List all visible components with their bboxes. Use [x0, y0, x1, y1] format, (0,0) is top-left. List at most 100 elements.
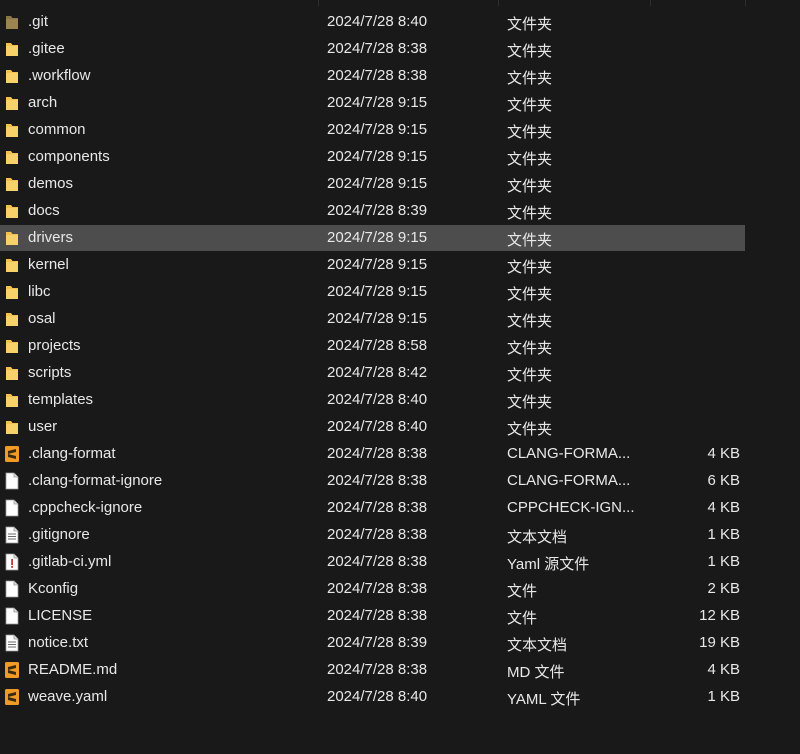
file-type: 文件夹 — [507, 394, 553, 411]
file-date: 2024/7/28 8:39 — [327, 634, 428, 651]
file-type: 文件夹 — [507, 340, 553, 357]
file-size: 1 KB — [707, 526, 740, 543]
list-item[interactable]: osal 2024/7/28 9:15 文件夹 — [0, 306, 745, 332]
file-name: drivers — [28, 229, 74, 246]
file-size: 12 KB — [699, 607, 740, 624]
list-item[interactable]: templates 2024/7/28 8:40 文件夹 — [0, 387, 745, 413]
list-item[interactable]: LICENSE 2024/7/28 8:38 文件 12 KB — [0, 603, 745, 629]
file-name: .clang-format — [28, 445, 116, 462]
file-name: components — [28, 148, 110, 165]
list-item[interactable]: demos 2024/7/28 9:15 文件夹 — [0, 171, 745, 197]
list-item[interactable]: .clang-format-ignore 2024/7/28 8:38 CLANG-… — [0, 468, 745, 494]
folder-icon — [4, 337, 20, 355]
file-name: .gitlab-ci.yml — [28, 553, 112, 570]
file-date: 2024/7/28 9:15 — [327, 310, 428, 327]
file-type: 文件夹 — [507, 259, 553, 276]
folder-icon — [4, 40, 20, 58]
file-date: 2024/7/28 8:38 — [327, 553, 428, 570]
file-type: 文件 — [507, 610, 538, 627]
file-name: osal — [28, 310, 56, 327]
file-type: 文件夹 — [507, 367, 553, 384]
blank-file-icon — [4, 607, 20, 625]
folder-icon — [4, 391, 20, 409]
file-size: 6 KB — [707, 472, 740, 489]
file-name: README.md — [28, 661, 118, 678]
list-item[interactable]: notice.txt 2024/7/28 8:39 文本文档 19 KB — [0, 630, 745, 656]
list-item[interactable]: kernel 2024/7/28 9:15 文件夹 — [0, 252, 745, 278]
file-date: 2024/7/28 8:38 — [327, 40, 428, 57]
file-type: Yaml 源文件 — [507, 556, 590, 573]
list-item[interactable]: .workflow 2024/7/28 8:38 文件夹 — [0, 63, 745, 89]
list-item[interactable]: scripts 2024/7/28 8:42 文件夹 — [0, 360, 745, 386]
text-file-icon — [4, 634, 20, 652]
list-item[interactable]: weave.yaml 2024/7/28 8:40 YAML 文件 1 KB — [0, 684, 745, 710]
list-item[interactable]: projects 2024/7/28 8:58 文件夹 — [0, 333, 745, 359]
file-name: .git — [28, 13, 49, 30]
sublime-file-icon — [4, 661, 20, 679]
folder-icon — [4, 283, 20, 301]
file-date: 2024/7/28 8:40 — [327, 688, 428, 705]
file-date: 2024/7/28 8:40 — [327, 418, 428, 435]
list-item[interactable]: docs 2024/7/28 8:39 文件夹 — [0, 198, 745, 224]
folder-hidden-icon — [4, 13, 20, 31]
folder-icon — [4, 310, 20, 328]
file-name: Kconfig — [28, 580, 79, 597]
file-type: 文件夹 — [507, 421, 553, 438]
list-item[interactable]: .git 2024/7/28 8:40 文件夹 — [0, 9, 745, 35]
file-type: 文件夹 — [507, 232, 553, 249]
file-name: .cppcheck-ignore — [28, 499, 143, 516]
file-date: 2024/7/28 8:38 — [327, 580, 428, 597]
list-item[interactable]: .gitee 2024/7/28 8:38 文件夹 — [0, 36, 745, 62]
file-date: 2024/7/28 8:58 — [327, 337, 428, 354]
list-item[interactable]: .gitignore 2024/7/28 8:38 文本文档 1 KB — [0, 522, 745, 548]
file-name: .gitignore — [28, 526, 90, 543]
file-name: templates — [28, 391, 94, 408]
file-date: 2024/7/28 8:38 — [327, 607, 428, 624]
file-type: 文件夹 — [507, 124, 553, 141]
file-date: 2024/7/28 9:15 — [327, 283, 428, 300]
file-name: user — [28, 418, 58, 435]
list-item[interactable]: components 2024/7/28 9:15 文件夹 — [0, 144, 745, 170]
file-name: notice.txt — [28, 634, 89, 651]
list-item[interactable]: common 2024/7/28 9:15 文件夹 — [0, 117, 745, 143]
list-item[interactable]: drivers 2024/7/28 9:15 文件夹 — [0, 225, 745, 251]
folder-icon — [4, 67, 20, 85]
list-item[interactable]: .gitlab-ci.yml 2024/7/28 8:38 Yaml 源文件 1 KB — [0, 549, 745, 575]
list-item[interactable]: libc 2024/7/28 9:15 文件夹 — [0, 279, 745, 305]
file-list: .git 2024/7/28 8:40 文件夹 .gitee 2024/7/28 8:3… — [0, 0, 800, 754]
list-item[interactable]: .cppcheck-ignore 2024/7/28 8:38 CPPCHECK-I… — [0, 495, 745, 521]
file-date: 2024/7/28 8:38 — [327, 67, 428, 84]
folder-icon — [4, 256, 20, 274]
file-date: 2024/7/28 8:39 — [327, 202, 428, 219]
column-divider[interactable] — [650, 0, 651, 6]
folder-icon — [4, 229, 20, 247]
column-divider[interactable] — [318, 0, 319, 6]
list-item[interactable]: arch 2024/7/28 9:15 文件夹 — [0, 90, 745, 116]
file-size: 1 KB — [707, 688, 740, 705]
file-size: 4 KB — [707, 661, 740, 678]
file-name: LICENSE — [28, 607, 93, 624]
file-type: 文件夹 — [507, 205, 553, 222]
folder-icon — [4, 175, 20, 193]
file-name: libc — [28, 283, 51, 300]
file-date: 2024/7/28 8:38 — [327, 526, 428, 543]
file-type: CLANG-FORMA... — [507, 445, 631, 462]
column-divider[interactable] — [498, 0, 499, 6]
list-item[interactable]: user 2024/7/28 8:40 文件夹 — [0, 414, 745, 440]
file-name: common — [28, 121, 86, 138]
file-date: 2024/7/28 9:15 — [327, 148, 428, 165]
blank-file-icon — [4, 580, 20, 598]
folder-icon — [4, 121, 20, 139]
file-date: 2024/7/28 9:15 — [327, 175, 428, 192]
file-type: 文件夹 — [507, 313, 553, 330]
file-name: docs — [28, 202, 60, 219]
folder-icon — [4, 364, 20, 382]
list-item[interactable]: .clang-format 2024/7/28 8:38 CLANG-FORMA..… — [0, 441, 745, 467]
sublime-file-icon — [4, 688, 20, 706]
file-type: 文件夹 — [507, 16, 553, 33]
column-divider[interactable] — [745, 0, 746, 6]
sublime-file-icon — [4, 445, 20, 463]
list-item[interactable]: Kconfig 2024/7/28 8:38 文件 2 KB — [0, 576, 745, 602]
list-item[interactable]: README.md 2024/7/28 8:38 MD 文件 4 KB — [0, 657, 745, 683]
file-date: 2024/7/28 9:15 — [327, 94, 428, 111]
